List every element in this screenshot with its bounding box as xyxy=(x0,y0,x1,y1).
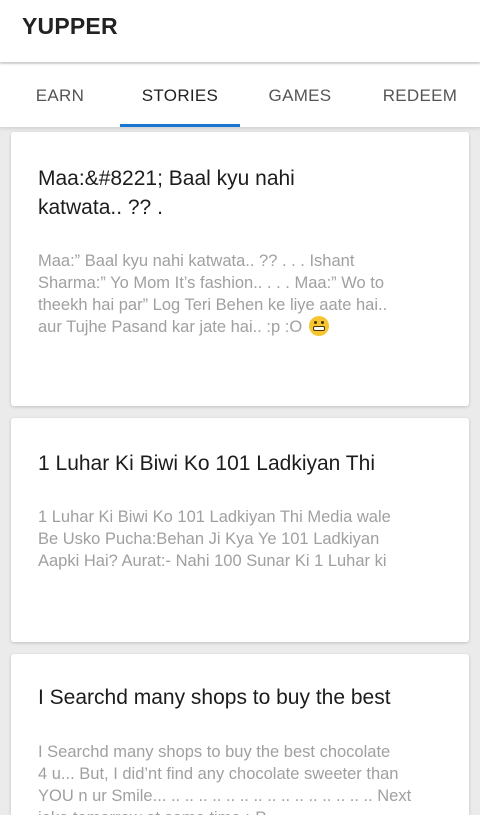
story-excerpt: 1 Luhar Ki Biwi Ko 101 Ladkiyan Thi Medi… xyxy=(38,506,445,572)
tab-redeem[interactable]: REDEEM xyxy=(360,64,480,127)
active-tab-indicator xyxy=(120,124,240,127)
story-excerpt-line: Sharma:” Yo Mom It’s fashion.. . . . Maa… xyxy=(38,274,385,292)
story-title-line: 1 Luhar Ki Biwi Ko 101 Ladkiyan Thi xyxy=(38,452,375,475)
story-excerpt-line: Aapki Hai? Aurat:- Nahi 100 Sunar Ki 1 L… xyxy=(38,552,387,570)
story-excerpt-line: theekh hai par” Log Teri Behen ke liye a… xyxy=(38,296,388,314)
stories-feed[interactable]: Maa:&#8221; Baal kyu nahi katwata.. ?? .… xyxy=(0,127,480,815)
grimacing-face-icon xyxy=(308,316,329,336)
story-card[interactable]: 1 Luhar Ki Biwi Ko 101 Ladkiyan Thi 1 Lu… xyxy=(11,418,469,642)
tab-earn[interactable]: EARN xyxy=(0,64,120,127)
story-excerpt-line: YOU n ur Smile... .. .. .. .. .. .. .. .… xyxy=(38,787,412,805)
story-title: 1 Luhar Ki Biwi Ko 101 Ladkiyan Thi xyxy=(38,449,449,478)
story-title-line: Maa:&#8221; Baal kyu nahi xyxy=(38,167,295,190)
story-card[interactable]: I Searchd many shops to buy the best I S… xyxy=(11,654,469,815)
story-excerpt-line: Maa:” Baal kyu nahi katwata.. ?? . . . I… xyxy=(38,252,355,270)
story-title-line: katwata.. ?? . xyxy=(38,196,163,219)
tab-bar: EARN STORIES GAMES REDEEM xyxy=(0,64,480,127)
story-excerpt-line: 4 u... But, I did’nt find any chocolate … xyxy=(38,765,399,783)
story-excerpt-line: I Searchd many shops to buy the best cho… xyxy=(38,743,391,761)
story-excerpt-line: Be Usko Pucha:Behan Ji Kya Ye 101 Ladkiy… xyxy=(38,530,380,548)
story-title: Maa:&#8221; Baal kyu nahi katwata.. ?? . xyxy=(38,164,449,222)
tab-stories[interactable]: STORIES xyxy=(120,64,240,127)
story-excerpt: I Searchd many shops to buy the best cho… xyxy=(38,741,445,815)
tab-games[interactable]: GAMES xyxy=(240,64,360,127)
story-excerpt-line: aur Tujhe Pasand kar jate hai.. :p :O xyxy=(38,318,303,336)
story-excerpt-line: joke tomorrow at same time :-P xyxy=(38,807,445,815)
app-title: YUPPER xyxy=(22,13,118,39)
story-excerpt: Maa:” Baal kyu nahi katwata.. ?? . . . I… xyxy=(38,250,445,338)
story-title: I Searchd many shops to buy the best xyxy=(38,683,449,712)
story-excerpt-last-line: aur Tujhe Pasand kar jate hai.. :p :O xyxy=(38,316,445,338)
story-title-line: I Searchd many shops to buy the best xyxy=(38,686,391,709)
story-excerpt-line: 1 Luhar Ki Biwi Ko 101 Ladkiyan Thi Medi… xyxy=(38,508,391,526)
story-card[interactable]: Maa:&#8221; Baal kyu nahi katwata.. ?? .… xyxy=(11,132,469,406)
app-bar: YUPPER xyxy=(0,0,480,62)
